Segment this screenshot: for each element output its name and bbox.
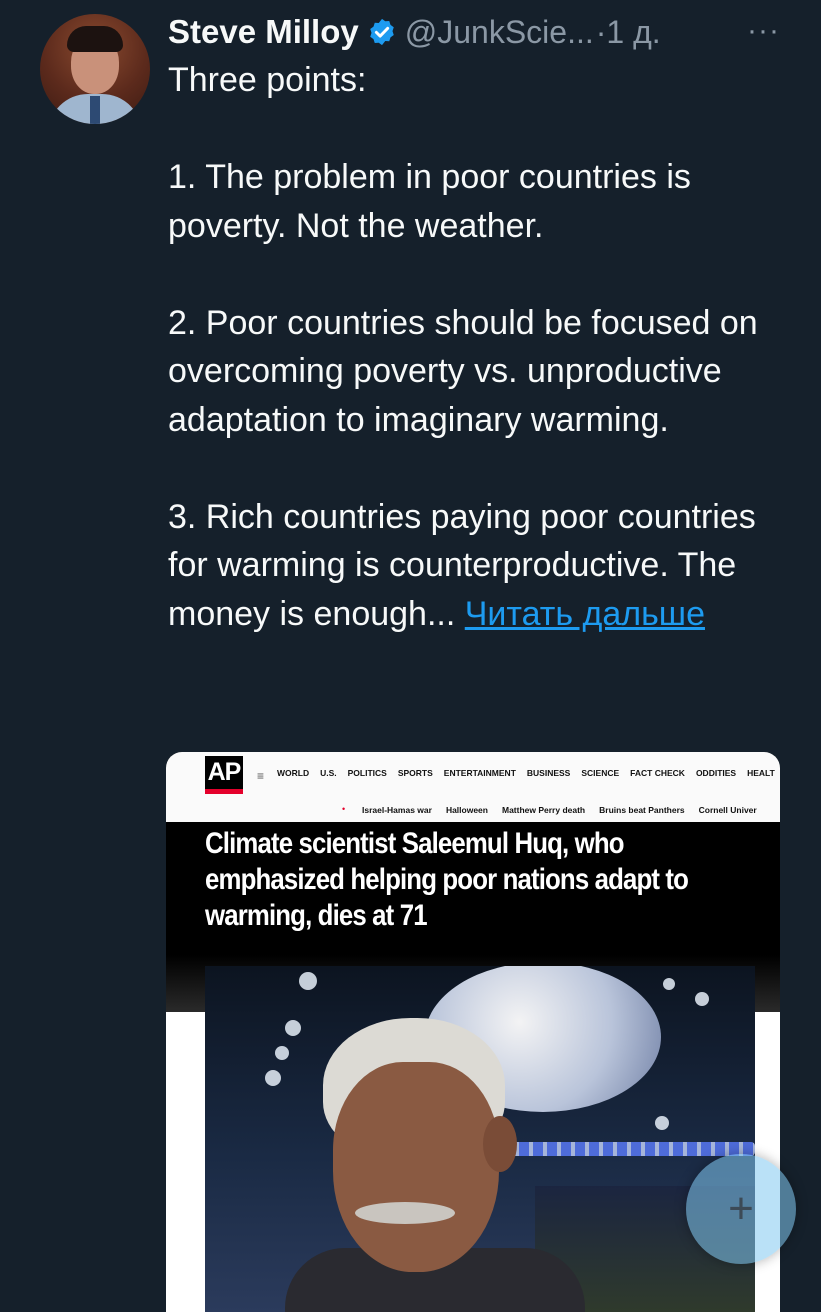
ap-trending-bar: • Israel-Hamas war Halloween Matthew Per… [166, 798, 780, 822]
bokeh-light [299, 972, 317, 990]
trending-item: Halloween [445, 805, 488, 815]
person-mustache [355, 1202, 455, 1224]
ap-nav-item: SCIENCE [581, 768, 620, 778]
ap-nav-items: WORLD U.S. POLITICS SPORTS ENTERTAINMENT… [277, 768, 775, 778]
ap-navbar: AP ≡ WORLD U.S. POLITICS SPORTS ENTERTAI… [166, 752, 780, 799]
ap-nav-item: HEALT [747, 768, 775, 778]
avatar-hair [67, 26, 123, 52]
trending-item: Matthew Perry death [501, 805, 586, 815]
bokeh-light [265, 1070, 281, 1086]
compose-button[interactable]: + [686, 1154, 796, 1264]
person-ear [483, 1116, 517, 1172]
trending-item: Israel-Hamas war [362, 805, 432, 815]
author-name[interactable]: Steve Milloy [168, 13, 359, 51]
tweet-header: Steve Milloy @JunkScie... ·1 д. [168, 10, 661, 54]
ap-logo: AP [205, 756, 243, 794]
verified-badge-icon [369, 18, 394, 46]
ap-nav-item: ENTERTAINMENT [443, 768, 516, 778]
trending-item: Bruins beat Panthers [599, 805, 685, 815]
trending-dot-icon: • [342, 804, 346, 814]
ap-nav-item: SPORTS [397, 768, 433, 778]
article-headline: Climate scientist Saleemul Huq, who emph… [205, 827, 689, 932]
person-face [333, 1062, 499, 1272]
ap-nav-item: WORLD [277, 768, 310, 778]
bokeh-light [695, 992, 709, 1006]
ap-nav-item: BUSINESS [526, 768, 571, 778]
bokeh-light [655, 1116, 669, 1130]
ap-nav-item: ODDITIES [695, 768, 737, 778]
plus-icon: + [728, 1184, 754, 1233]
more-options-icon[interactable]: ··· [747, 14, 780, 48]
stage-lights [505, 1142, 755, 1156]
avatar-tie [90, 96, 100, 124]
article-photo [205, 966, 755, 1312]
tweet-time[interactable]: ·1 д. [596, 14, 661, 51]
ap-nav-item: FACT CHECK [630, 768, 685, 778]
author-avatar[interactable] [40, 14, 150, 124]
ap-nav-item: U.S. [320, 768, 337, 778]
trending-item: Cornell Univer [698, 805, 757, 815]
ap-nav-item: POLITICS [347, 768, 387, 778]
hamburger-menu-icon: ≡ [257, 769, 265, 783]
link-preview-card[interactable]: AP ≡ WORLD U.S. POLITICS SPORTS ENTERTAI… [166, 752, 780, 1312]
tweet-body: Three points: 1. The problem in poor cou… [168, 56, 798, 638]
bokeh-light [275, 1046, 289, 1060]
author-handle[interactable]: @JunkScie... [405, 14, 594, 51]
bokeh-light [663, 978, 675, 990]
bokeh-light [285, 1020, 301, 1036]
ap-trending-items: Israel-Hamas war Halloween Matthew Perry… [362, 805, 757, 815]
read-more-link[interactable]: Читать дальше [465, 595, 705, 633]
tweet-text: Three points: 1. The problem in poor cou… [168, 61, 758, 633]
